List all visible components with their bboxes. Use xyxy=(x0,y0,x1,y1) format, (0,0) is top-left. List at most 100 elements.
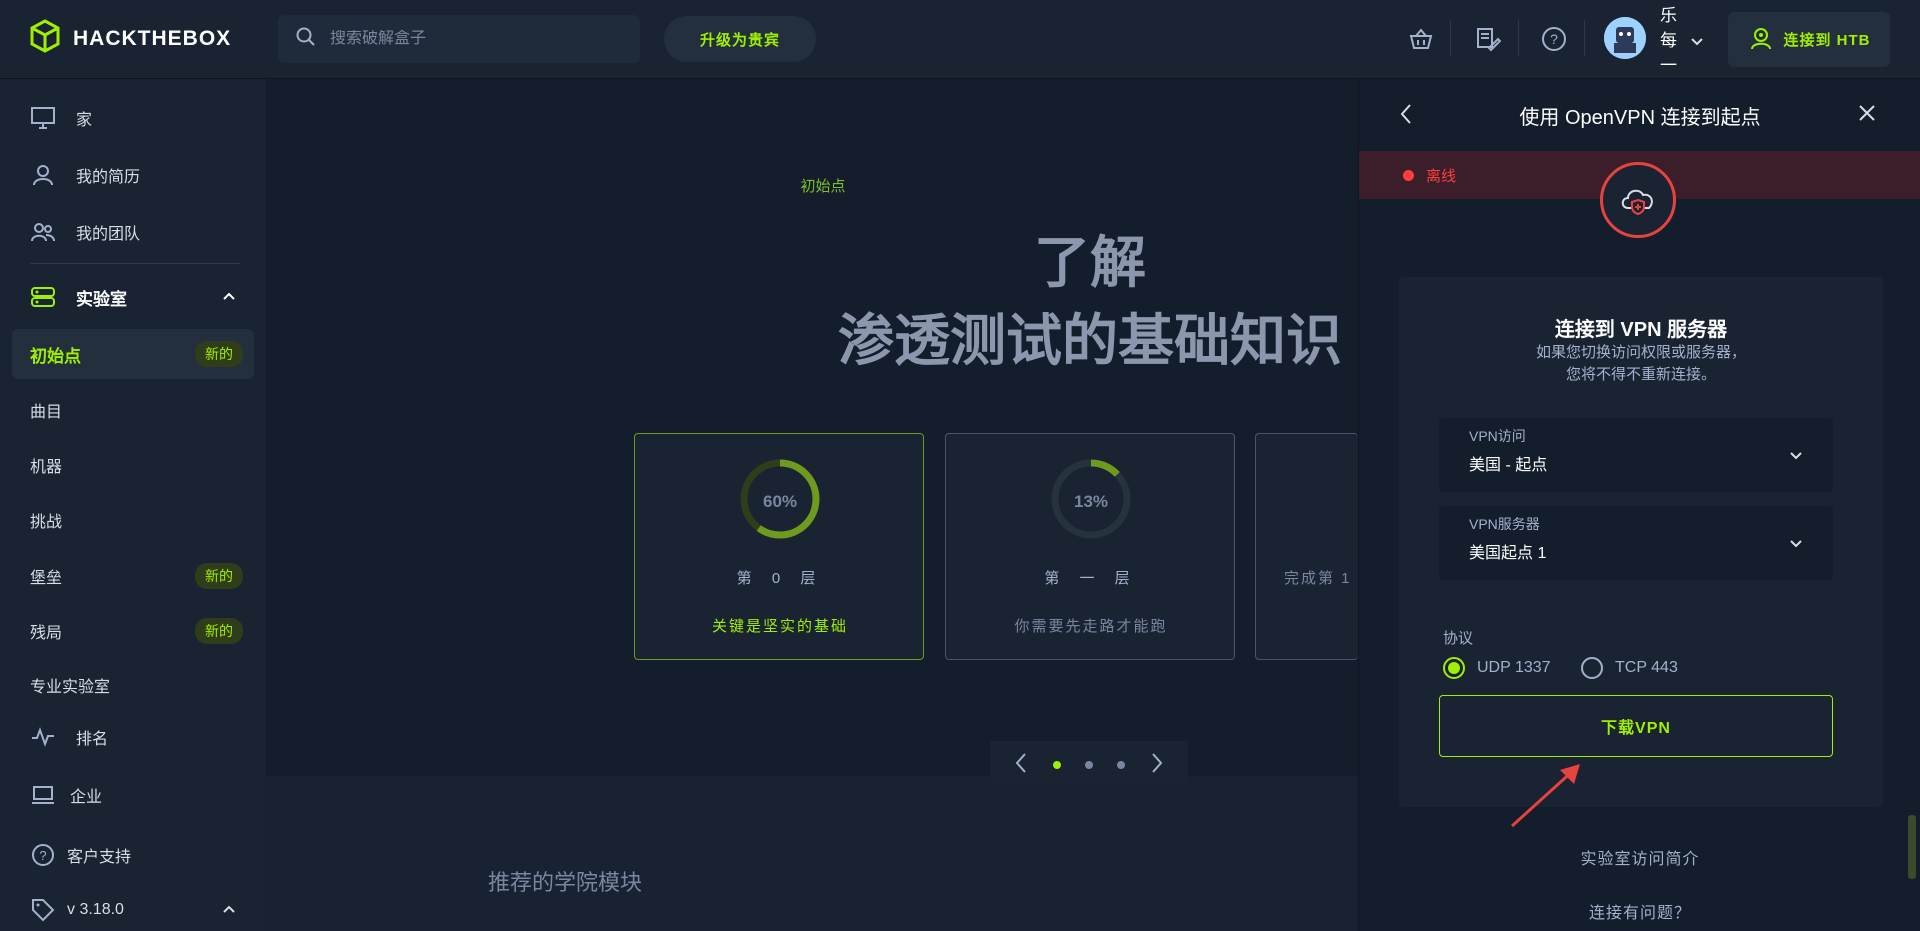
divider xyxy=(1518,20,1519,56)
card-subtitle-line-1: 如果您切换访问权限或服务器， xyxy=(1535,344,1746,361)
connect-htb-label: 连接到 HTB xyxy=(1783,32,1871,49)
hero-line-1: 了解 xyxy=(1034,231,1146,294)
divider xyxy=(30,263,240,264)
svg-text:?: ? xyxy=(1550,31,1558,47)
radio-label: UDP 1337 xyxy=(1477,659,1551,676)
sidebar-item-labs[interactable]: 实验室 xyxy=(0,283,266,311)
section-title: 推荐的学院模块 xyxy=(488,870,643,895)
protocol-label: 协议 xyxy=(1443,630,1474,647)
cube-logo-icon xyxy=(29,19,61,58)
tier-description: 你需要先走路才能跑 xyxy=(1014,618,1168,635)
recommended-section-bg xyxy=(266,776,1358,931)
sidebar-item-support[interactable]: ? 客户支持 xyxy=(0,841,266,869)
lab-access-intro-link[interactable]: 实验室访问简介 xyxy=(1359,845,1920,869)
username[interactable]: 乐每一 xyxy=(1660,3,1684,78)
sidebar-item-rankings[interactable]: 排名 xyxy=(0,724,266,750)
chevron-down-icon[interactable] xyxy=(1690,34,1704,52)
help-icon[interactable]: ? xyxy=(1539,24,1569,54)
sidebar-item-home[interactable]: 家 xyxy=(0,105,266,131)
sidebar-item-tracks[interactable]: 曲目 xyxy=(0,397,266,423)
laptop-icon xyxy=(30,782,56,808)
sidebar-item-team[interactable]: 我的团队 xyxy=(0,219,266,245)
vpn-config-card: 连接到 VPN 服务器 如果您切换访问权限或服务器， 您将不得不重新连接。 VP… xyxy=(1399,277,1883,807)
new-badge: 新的 xyxy=(195,563,243,589)
select-label: VPN访问 xyxy=(1469,428,1526,444)
card-title: 连接到 VPN 服务器 xyxy=(1554,319,1728,341)
upgrade-vip-button[interactable]: 升级为贵宾 xyxy=(664,16,816,62)
udp-radio[interactable]: UDP 1337 xyxy=(1443,657,1551,679)
carousel-dot[interactable] xyxy=(1084,761,1093,769)
avatar[interactable] xyxy=(1604,17,1646,59)
sidebar-item-challenges[interactable]: 挑战 xyxy=(0,507,266,533)
radio-button[interactable] xyxy=(1443,657,1465,679)
panel-title: 使用 OpenVPN 连接到起点 xyxy=(1519,106,1761,129)
tier-card-2[interactable]: 完成第 1 xyxy=(1255,433,1358,660)
server-icon xyxy=(30,284,56,310)
radio-label: TCP 443 xyxy=(1615,659,1678,676)
logo-text: HACKTHEBOX xyxy=(73,26,232,50)
carousel-nav xyxy=(990,741,1188,789)
sidebar: 家 我的简历 我的团队 实验室 初始点 新的 曲目 机器 挑战 堡垒 新的 残局… xyxy=(0,79,266,931)
close-icon[interactable] xyxy=(1857,103,1877,128)
scrollbar[interactable] xyxy=(1908,815,1916,879)
hero-line-2: 渗透测试的基础知识 xyxy=(838,309,1342,372)
search-box[interactable] xyxy=(278,15,640,63)
tag-icon xyxy=(30,897,56,923)
chevron-down-icon xyxy=(1789,448,1803,466)
svg-text:?: ? xyxy=(39,848,46,863)
chevron-down-icon xyxy=(1789,536,1803,554)
logo[interactable]: HACKTHEBOX xyxy=(29,19,231,58)
sidebar-item-business[interactable]: 企业 xyxy=(0,782,266,808)
progress-label: 60% xyxy=(762,492,798,511)
new-badge: 新的 xyxy=(195,618,243,644)
search-input[interactable] xyxy=(330,30,610,48)
tier-card-0[interactable]: 60% 第 0 层 关键是坚实的基础 xyxy=(634,433,924,660)
question-icon: ? xyxy=(30,842,56,868)
vpn-panel: 使用 OpenVPN 连接到起点 离线 连接到 VPN 服务器 如果您切换访问权… xyxy=(1358,79,1920,931)
carousel-dot[interactable] xyxy=(1117,761,1126,769)
card-subtitle: 如果您切换访问权限或服务器， 您将不得不重新连接。 xyxy=(1399,342,1883,386)
sidebar-item-fortresses[interactable]: 堡垒 新的 xyxy=(0,562,266,590)
divider xyxy=(1584,20,1585,56)
connect-htb-button[interactable]: 连接到 HTB xyxy=(1728,12,1890,67)
sidebar-item-machines[interactable]: 机器 xyxy=(0,452,266,478)
sidebar-item-starting-point[interactable]: 初始点 新的 xyxy=(0,339,266,369)
annotation-arrow xyxy=(1508,760,1588,835)
tier-level: 第 0 层 xyxy=(736,570,824,587)
basket-icon[interactable] xyxy=(1406,24,1436,54)
chevron-up-icon[interactable] xyxy=(222,901,236,919)
tier-card-1[interactable]: 13% 第 一 层 你需要先走路才能跑 xyxy=(945,433,1235,660)
top-bar: HACKTHEBOX 升级为贵宾 ? 乐每一 连接到 HTB xyxy=(0,0,1920,79)
carousel-dot[interactable] xyxy=(1052,761,1061,769)
back-icon[interactable] xyxy=(1399,103,1413,130)
search-icon xyxy=(296,27,316,52)
tier-level: 完成第 1 xyxy=(1284,570,1352,587)
status-dot xyxy=(1403,169,1414,181)
card-subtitle-line-2: 您将不得不重新连接。 xyxy=(1565,366,1716,383)
new-badge: 新的 xyxy=(195,341,243,367)
select-value: 美国 - 起点 xyxy=(1469,457,1548,474)
chevron-left-icon[interactable] xyxy=(1014,752,1028,779)
panel-header: 使用 OpenVPN 连接到起点 xyxy=(1359,79,1920,151)
notes-icon[interactable] xyxy=(1473,24,1503,54)
page-title: 了解 渗透测试的基础知识 xyxy=(800,224,1380,380)
radio-button[interactable] xyxy=(1581,657,1603,679)
select-value: 美国起点 1 xyxy=(1469,545,1547,562)
vpn-access-select[interactable]: VPN访问 美国 - 起点 xyxy=(1439,418,1833,492)
select-label: VPN服务器 xyxy=(1469,516,1540,532)
chevron-up-icon[interactable] xyxy=(222,288,236,306)
sidebar-item-pro-labs[interactable]: 专业实验室 xyxy=(0,672,266,698)
download-vpn-button[interactable]: 下载VPN xyxy=(1439,695,1833,757)
monitor-icon xyxy=(30,105,56,131)
status-text: 离线 xyxy=(1426,167,1457,185)
sidebar-item-endgames[interactable]: 残局 新的 xyxy=(0,617,266,645)
sidebar-item-version[interactable]: v 3.18.0 xyxy=(0,897,266,923)
vpn-server-select[interactable]: VPN服务器 美国起点 1 xyxy=(1439,506,1833,580)
progress-label: 13% xyxy=(1073,492,1109,511)
chevron-right-icon[interactable] xyxy=(1150,752,1164,779)
tcp-radio[interactable]: TCP 443 xyxy=(1581,657,1678,679)
tier-level: 第 一 层 xyxy=(1044,570,1138,587)
connection-problem-link[interactable]: 连接有问题？ xyxy=(1359,899,1920,923)
tier-description: 关键是坚实的基础 xyxy=(711,618,848,635)
divider xyxy=(1450,20,1451,56)
